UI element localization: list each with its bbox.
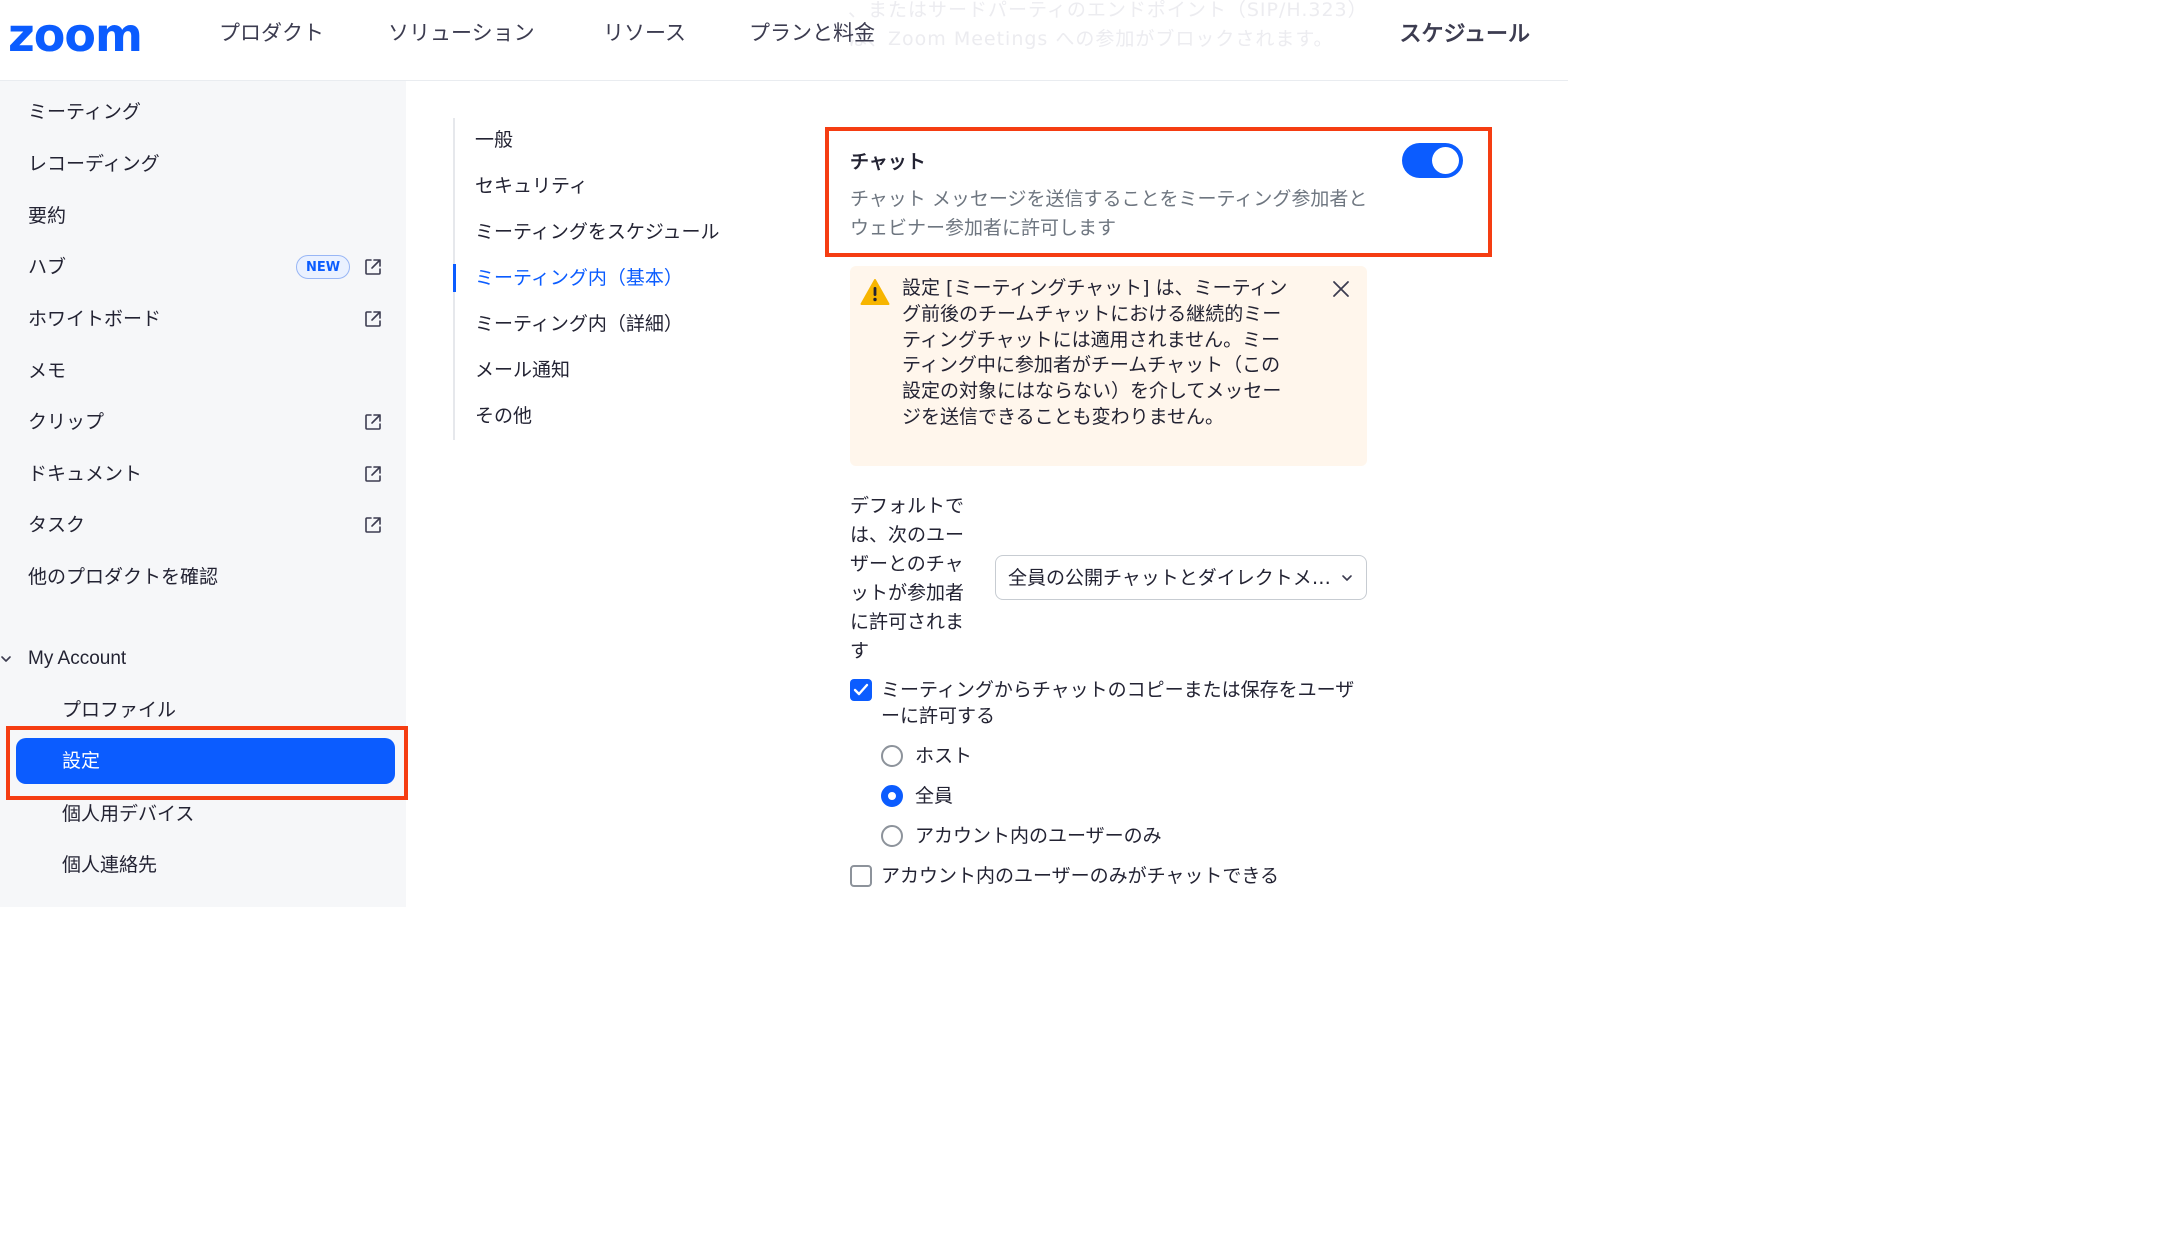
subnav-in-meeting-basic[interactable]: ミーティング内（基本） [475, 264, 683, 292]
copy-save-label: ミーティングからチャットのコピーまたは保存をユーザーに許可する [881, 679, 1355, 727]
sidebar-item-settings[interactable]: 設定 [16, 738, 395, 784]
sidebar-item-personal-contacts[interactable]: 個人連絡先 [62, 851, 157, 879]
sidebar-item-summaries[interactable]: 要約 [28, 202, 66, 230]
top-navigation: 、またはサードパーティのエンドポイント（SIP/H.323）は、Zoom Mee… [0, 0, 1568, 81]
new-badge: NEW [296, 255, 350, 279]
sidebar-item-hub[interactable]: ハブ [28, 253, 66, 281]
copy-save-checkbox[interactable] [850, 679, 872, 701]
sidebar-item-settings-label: 設定 [62, 750, 101, 772]
default-chat-label: デフォルトでは、次のユーザーとのチャットが参加者に許可されます [850, 495, 965, 662]
sidebar-item-clips[interactable]: クリップ [28, 408, 104, 436]
external-link-icon[interactable] [363, 464, 383, 484]
chat-setting-title: チャット [850, 151, 926, 173]
chevron-down-icon [1342, 575, 1352, 581]
nav-solutions[interactable]: ソリューション [388, 16, 535, 50]
nav-resources[interactable]: リソース [603, 16, 686, 50]
radio-everyone-label: 全員 [915, 785, 954, 807]
close-icon[interactable] [1330, 278, 1352, 300]
subnav-security[interactable]: セキュリティ [475, 172, 588, 200]
sidebar-item-tasks[interactable]: タスク [28, 511, 85, 539]
warning-text: 設定 [ミーティングチャット] は、ミーティング前後のチームチャットにおける継続… [902, 277, 1288, 428]
radio-everyone[interactable] [881, 785, 903, 807]
radio-host[interactable] [881, 745, 903, 767]
account-only-label: アカウント内のユーザーのみがチャットできる [881, 865, 1280, 887]
sidebar-item-other-products[interactable]: 他のプロダクトを確認 [28, 563, 218, 591]
radio-account-users-label: アカウント内のユーザーのみ [915, 825, 1162, 847]
warning-notice: 設定 [ミーティングチャット] は、ミーティング前後のチームチャットにおける継続… [850, 266, 1367, 466]
subnav-general[interactable]: 一般 [475, 126, 513, 154]
chevron-down-icon [1, 656, 11, 662]
radio-account-users[interactable] [881, 825, 903, 847]
subnav-other[interactable]: その他 [475, 402, 532, 430]
my-account-label: My Account [28, 648, 127, 669]
sidebar-item-docs[interactable]: ドキュメント [28, 460, 142, 488]
sidebar-item-personal-devices[interactable]: 個人用デバイス [62, 800, 194, 828]
zoom-logo[interactable]: zoom [8, 8, 143, 62]
subnav-in-meeting-advanced[interactable]: ミーティング内（詳細） [475, 310, 683, 338]
nav-pricing[interactable]: プランと料金 [749, 16, 875, 50]
external-link-icon[interactable] [363, 309, 383, 329]
chat-setting-description: チャット メッセージを送信することをミーティング参加者とウェビナー参加者に許可し… [850, 188, 1368, 239]
nav-schedule[interactable]: スケジュール [1400, 18, 1530, 52]
default-chat-select[interactable]: 全員の公開チャットとダイレクトメッセージ [995, 555, 1367, 600]
radio-host-label: ホスト [915, 745, 973, 767]
chat-toggle[interactable] [1402, 143, 1463, 178]
subnav-schedule-meeting[interactable]: ミーティングをスケジュール [475, 218, 720, 246]
sidebar-item-meetings[interactable]: ミーティング [28, 98, 141, 126]
sidebar-item-profile[interactable]: プロファイル [62, 696, 176, 724]
external-link-icon[interactable] [363, 412, 383, 432]
subnav-email-notifications[interactable]: メール通知 [475, 356, 570, 384]
toggle-knob [1432, 147, 1459, 174]
sidebar-item-notes[interactable]: メモ [28, 357, 66, 385]
sidebar-item-recordings[interactable]: レコーディング [28, 150, 160, 178]
checkmark-icon [853, 683, 869, 696]
nav-products[interactable]: プロダクト [219, 16, 324, 50]
sidebar-item-whiteboard[interactable]: ホワイトボード [28, 305, 161, 333]
active-indicator [453, 264, 456, 292]
external-link-icon[interactable] [363, 257, 383, 277]
warning-icon [860, 279, 890, 305]
account-only-checkbox[interactable] [850, 865, 872, 887]
default-chat-select-value: 全員の公開チャットとダイレクトメッセージ [1008, 567, 1333, 589]
faded-background-text: 、またはサードパーティのエンドポイント（SIP/H.323）は、Zoom Mee… [848, 0, 1368, 50]
settings-subnav: 一般 セキュリティ ミーティングをスケジュール ミーティング内（基本） ミーティ… [453, 118, 755, 440]
external-link-icon[interactable] [363, 515, 383, 535]
